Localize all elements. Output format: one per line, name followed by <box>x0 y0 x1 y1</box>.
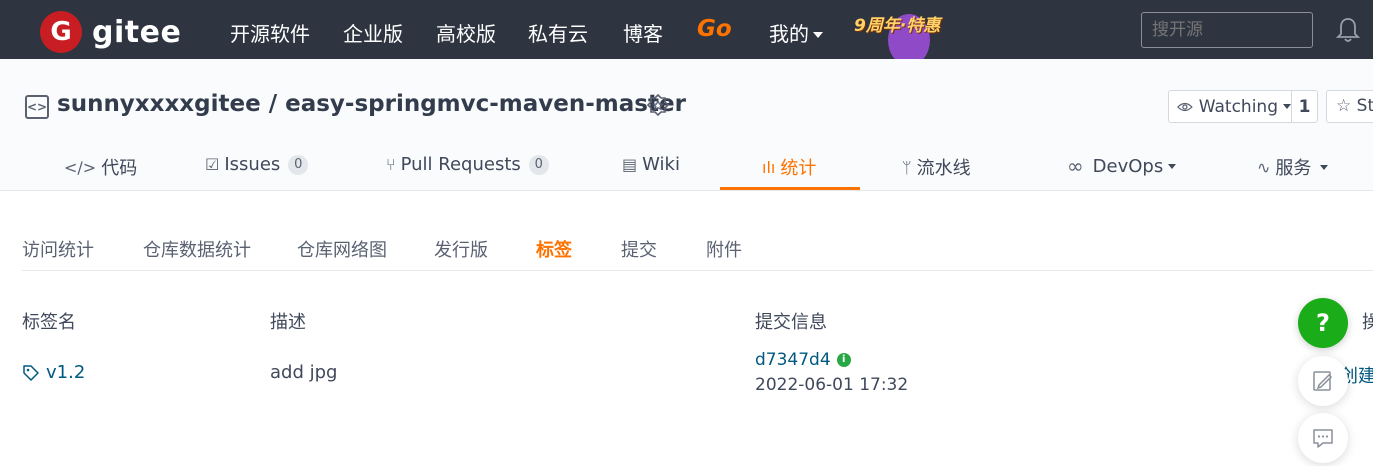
pulse-icon: ∿ <box>1257 157 1271 177</box>
search-input[interactable] <box>1141 12 1313 48</box>
tab-devops[interactable]: ∞ DevOps <box>1067 154 1177 178</box>
subtab-visits[interactable]: 访问统计 <box>22 236 94 262</box>
tab-pipeline[interactable]: ᛘ 流水线 <box>902 154 971 180</box>
pull-request-icon: ⑂ <box>386 155 396 174</box>
tab-issues[interactable]: ☑ Issues 0 <box>205 154 309 175</box>
tab-label: 统计 <box>780 158 817 179</box>
chevron-down-icon <box>1168 163 1177 169</box>
commit-sha-link[interactable]: d7347d4 i <box>755 350 851 370</box>
subtab-network-graph[interactable]: 仓库网络图 <box>297 236 387 262</box>
help-button[interactable]: ? <box>1298 298 1348 348</box>
subtab-tags[interactable]: 标签 <box>536 236 572 262</box>
verified-info-icon: i <box>836 353 851 367</box>
issues-count: 0 <box>288 154 309 175</box>
nav-enterprise[interactable]: 企业版 <box>343 18 403 47</box>
chevron-down-icon <box>1283 104 1291 109</box>
nav-open-source[interactable]: 开源软件 <box>230 18 310 47</box>
star-button[interactable]: ☆ St <box>1326 90 1379 123</box>
star-label: St <box>1356 96 1375 116</box>
column-header-description: 描述 <box>270 312 306 333</box>
bell-icon[interactable] <box>1336 16 1360 44</box>
tag-name: v1.2 <box>46 362 86 383</box>
tab-pull-requests[interactable]: ⑂ Pull Requests 0 <box>386 154 549 175</box>
infinity-icon: ∞ <box>1067 154 1084 178</box>
commit-sha: d7347d4 <box>755 350 831 370</box>
subtab-commits[interactable]: 提交 <box>621 236 657 262</box>
nav-mine-label: 我的 <box>769 22 809 46</box>
top-navbar: G gitee 开源软件 企业版 高校版 私有云 博客 Go 我的 9周年·特惠 <box>0 0 1379 66</box>
watch-button[interactable]: Watching 1 <box>1168 90 1318 123</box>
statistics-subtabs: 访问统计 仓库数据统计 仓库网络图 发行版 标签 提交 附件 <box>22 236 1374 271</box>
pipeline-icon: ᛘ <box>902 157 912 177</box>
tab-label: Wiki <box>642 154 680 175</box>
tab-label: DevOps <box>1092 155 1164 177</box>
promo-label: 9周年·特惠 <box>854 16 941 36</box>
tag-description: add jpg <box>270 362 338 383</box>
star-icon: ☆ <box>1336 96 1357 116</box>
subtab-releases[interactable]: 发行版 <box>434 236 488 262</box>
chevron-down-icon <box>1320 164 1329 170</box>
eye-icon <box>1177 102 1193 111</box>
repo-title[interactable]: sunnyxxxxgitee / easy-springmvc-maven-ma… <box>57 91 686 117</box>
tag-link[interactable]: v1.2 <box>22 362 85 383</box>
gitee-logo-icon: G <box>40 11 82 53</box>
bar-chart-icon: ılı <box>762 157 776 177</box>
nav-mine-dropdown[interactable]: 我的 <box>769 18 823 47</box>
tab-code[interactable]: </> 代码 <box>64 154 137 180</box>
pull-requests-count: 0 <box>528 154 549 175</box>
column-header-commit-info: 提交信息 <box>755 312 827 333</box>
nav-blog[interactable]: 博客 <box>623 18 663 47</box>
certified-badge-icon[interactable] <box>646 94 670 120</box>
tab-statistics[interactable]: ılı 统计 <box>762 154 816 180</box>
subtab-repo-data[interactable]: 仓库数据统计 <box>143 236 251 262</box>
nav-education[interactable]: 高校版 <box>436 18 496 47</box>
watch-count[interactable]: 1 <box>1292 97 1317 117</box>
gitee-logo[interactable]: G gitee <box>40 11 181 53</box>
anniversary-promo-banner[interactable]: 9周年·特惠 <box>850 8 956 66</box>
scrollbar-track[interactable] <box>1373 0 1379 466</box>
issues-icon: ☑ <box>205 155 220 174</box>
logo-text: gitee <box>92 14 182 50</box>
wiki-icon: ▤ <box>622 155 638 174</box>
chat-button[interactable] <box>1298 413 1348 463</box>
tab-label: 流水线 <box>916 158 971 179</box>
repo-header: <> sunnyxxxxgitee / easy-springmvc-maven… <box>0 59 1379 191</box>
repo-tabs: </> 代码 ☑ Issues 0 ⑂ Pull Requests 0 ▤ Wiki ılı… <box>0 141 1379 191</box>
watch-dropdown[interactable]: Watching <box>1169 91 1292 122</box>
tab-label: Pull Requests <box>400 154 521 175</box>
tab-services[interactable]: ∿ 服务 <box>1257 154 1329 180</box>
watch-label: Watching <box>1198 96 1278 117</box>
subtab-attachments[interactable]: 附件 <box>706 236 742 262</box>
code-icon: </> <box>64 157 97 177</box>
tab-label: Issues <box>224 154 281 175</box>
chat-icon <box>1313 429 1333 448</box>
edit-icon <box>1313 371 1333 391</box>
chevron-down-icon <box>813 32 823 38</box>
tab-wiki[interactable]: ▤ Wiki <box>622 154 680 175</box>
column-header-tag-name: 标签名 <box>22 312 76 333</box>
tab-label: 代码 <box>101 158 138 179</box>
commit-date: 2022-06-01 17:32 <box>755 375 909 395</box>
nav-private-cloud[interactable]: 私有云 <box>528 18 588 47</box>
repo-code-icon: <> <box>25 95 49 119</box>
feedback-button[interactable] <box>1298 356 1348 406</box>
tab-label: 服务 <box>1275 158 1312 179</box>
nav-go[interactable]: Go <box>697 16 732 42</box>
tag-icon <box>23 364 39 381</box>
active-tab-indicator <box>720 187 860 190</box>
